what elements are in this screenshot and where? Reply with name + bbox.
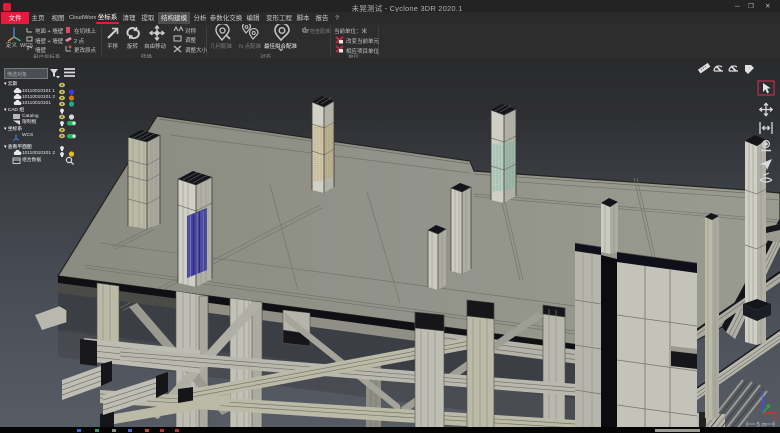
svg-text:Z: Z — [760, 391, 765, 398]
svg-text:X: X — [774, 416, 778, 422]
